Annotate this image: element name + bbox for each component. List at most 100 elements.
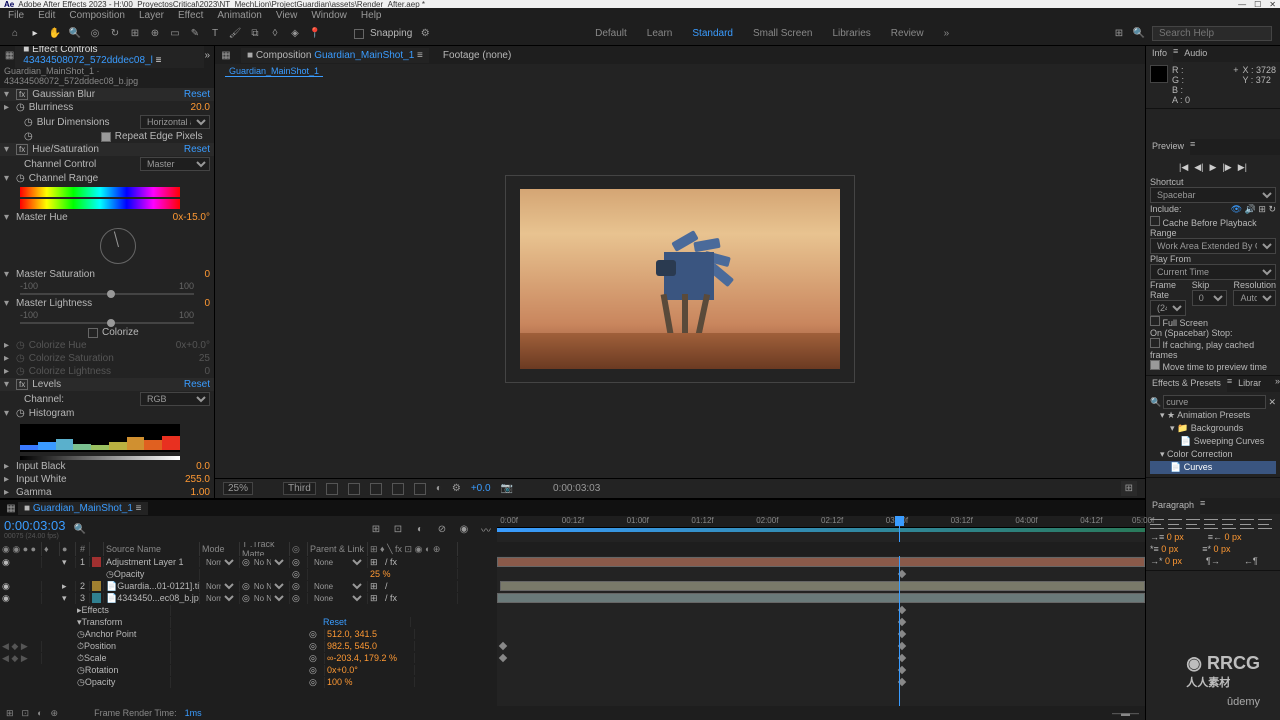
audio-tab[interactable]: Audio (1178, 46, 1213, 62)
timeline-tab[interactable]: ■ Guardian_MainShot_1 ≡ (18, 502, 148, 515)
composition-viewer[interactable] (215, 79, 1145, 478)
justify-center-icon[interactable] (1222, 519, 1236, 529)
next-frame-button[interactable]: |▶ (1222, 162, 1231, 173)
twirl-icon[interactable]: ▾ (4, 269, 12, 280)
puppet-tool-icon[interactable]: 📍 (308, 27, 322, 41)
roto-tool-icon[interactable]: ◈ (288, 27, 302, 41)
range-select[interactable]: Work Area Extended By Current... (1150, 238, 1276, 254)
sat-slider[interactable] (20, 293, 194, 295)
playhead[interactable] (899, 516, 900, 542)
zoom-tool-icon[interactable]: 🔍 (68, 27, 82, 41)
viewer-time[interactable]: 0:00:03:03 (553, 483, 600, 494)
space-before[interactable]: 0 px (1161, 544, 1178, 554)
menu-edit[interactable]: Edit (38, 10, 55, 21)
frame-blend-icon[interactable]: ⊘ (435, 522, 449, 536)
workspace-smallscreen[interactable]: Small Screen (753, 28, 812, 39)
fx-badge[interactable]: fx (16, 144, 28, 155)
twirl-icon[interactable]: ▾ (4, 144, 12, 155)
toggle-mask-icon[interactable] (348, 483, 360, 495)
resolution-select[interactable]: Third (283, 482, 316, 495)
reset-button[interactable]: Reset (184, 89, 210, 100)
comp-breadcrumb[interactable]: Guardian_MainShot_1 (225, 66, 323, 77)
menu-animation[interactable]: Animation (217, 10, 261, 21)
panel-overflow-icon[interactable]: » (204, 50, 210, 61)
snapping-checkbox[interactable] (354, 29, 364, 39)
work-area-bar[interactable] (497, 528, 1145, 532)
text-dir-ltr-icon[interactable]: ¶→ (1206, 556, 1220, 566)
include-video-icon[interactable]: 👁 (1231, 204, 1242, 214)
camera-icon[interactable]: 📷 (501, 483, 513, 494)
twirl-icon[interactable]: ▾ (4, 298, 12, 309)
brush-tool-icon[interactable]: 🖌 (228, 27, 242, 41)
timeline-tracks[interactable] (497, 556, 1145, 706)
footage-tab[interactable]: Footage (none) (437, 48, 517, 63)
gamma-value[interactable]: 1.00 (191, 487, 210, 498)
grid-overlay-icon[interactable] (392, 483, 404, 495)
stopwatch-icon[interactable]: ◷ (24, 117, 33, 128)
paragraph-tab[interactable]: Paragraph (1146, 498, 1200, 514)
close-button[interactable]: ✕ (1269, 0, 1276, 9)
overflow-icon[interactable]: » (1275, 376, 1280, 392)
property-row[interactable]: ▾ Transform Reset (0, 616, 497, 628)
stopwatch-icon[interactable]: ◷ (16, 102, 25, 113)
hue-strip-bot[interactable] (20, 199, 180, 209)
first-line-indent[interactable]: 0 px (1165, 556, 1182, 566)
layer-row[interactable]: ◉ ▾ 1 Adjustment Layer 1 Norr ◎ No N ◎ N… (0, 556, 497, 568)
time-ruler[interactable]: 0:00f 00:12f 01:00f 01:12f 02:00f 02:12f… (497, 516, 1145, 528)
property-row[interactable]: ◷ Rotation ◎ 0x+0.0° (0, 664, 497, 676)
gear-icon[interactable]: ⚙ (452, 483, 461, 494)
hue-strip-top[interactable] (20, 187, 180, 197)
reset-button[interactable]: Reset (184, 144, 210, 155)
workspace-standard[interactable]: Standard (692, 28, 733, 39)
justify-all-icon[interactable] (1258, 519, 1272, 529)
indent-left[interactable]: 0 px (1167, 532, 1184, 542)
project-panel-icon[interactable]: ▦ (4, 48, 15, 62)
rect-tool-icon[interactable]: ▭ (168, 27, 182, 41)
master-sat-value[interactable]: 0 (204, 269, 210, 280)
fx-badge[interactable]: fx (16, 89, 28, 100)
property-row[interactable]: ◷ Anchor Point ◎ 512.0, 341.5 (0, 628, 497, 640)
align-right-icon[interactable] (1186, 519, 1200, 529)
channel-select[interactable]: RGB (140, 392, 210, 406)
tree-backgrounds[interactable]: ▾ 📁 Backgrounds (1150, 422, 1276, 435)
tree-curves[interactable]: 📄 Curves (1150, 461, 1276, 474)
include-audio-icon[interactable]: 🔊 (1245, 204, 1256, 214)
input-black-value[interactable]: 0.0 (196, 461, 210, 472)
property-row[interactable]: ◀ ◆ ▶ ⏱ Position ◎ 982.5, 545.0 (0, 640, 497, 652)
comp-flowchart-icon[interactable]: ⊞ (369, 522, 383, 536)
effects-search-input[interactable] (1163, 395, 1266, 409)
twirl-icon[interactable]: ▸ (4, 102, 12, 113)
toggle-switches-icon[interactable]: ⊞ (6, 708, 14, 719)
twirl-icon[interactable]: ▸ (4, 487, 12, 498)
menu-help[interactable]: Help (361, 10, 382, 21)
motion-blur-icon[interactable]: ◉ (457, 522, 471, 536)
space-after[interactable]: 0 px (1214, 544, 1231, 554)
prev-frame-button[interactable]: ◀| (1194, 162, 1203, 173)
property-row[interactable]: ◀ ◆ ▶ ⏱ Scale ◎ ∞ -203.4, 179.2 % (0, 652, 497, 664)
property-row[interactable]: ◷ Opacity ◎ 100 % (0, 676, 497, 688)
grid-icon[interactable]: ⊞ (1112, 27, 1126, 41)
shortcut-select[interactable]: Spacebar (1150, 187, 1276, 203)
twirl-icon[interactable]: ▾ (4, 379, 12, 390)
toggle-modes-icon[interactable]: ⊡ (22, 708, 30, 719)
blur-dimensions-select[interactable]: Horizontal and Vert (140, 115, 210, 129)
tree-color-correction[interactable]: ▾ Color Correction (1150, 448, 1276, 461)
maximize-button[interactable]: ☐ (1254, 0, 1261, 9)
twirl-icon[interactable]: ▸ (4, 461, 12, 472)
tree-anim-presets[interactable]: ▾ ★ Animation Presets (1150, 409, 1276, 422)
if-caching-checkbox[interactable] (1150, 338, 1160, 348)
menu-file[interactable]: File (8, 10, 24, 21)
draft3d-icon[interactable]: ⊡ (391, 522, 405, 536)
toggle-3d-icon[interactable]: ⊕ (51, 708, 59, 719)
colorize-checkbox[interactable] (88, 328, 98, 338)
fx-badge[interactable]: fx (16, 379, 28, 390)
dock-icon[interactable]: ▦ (219, 48, 233, 62)
selection-tool-icon[interactable]: ▸ (28, 27, 42, 41)
shy-icon[interactable]: ◐ (413, 522, 427, 536)
menu-view[interactable]: View (276, 10, 298, 21)
include-overlay-icon[interactable]: ⊞ (1258, 204, 1266, 214)
stopwatch-icon[interactable]: ◷ (24, 131, 33, 142)
stopwatch-icon[interactable]: ◷ (16, 408, 25, 419)
channel-control-select[interactable]: Master (140, 157, 210, 171)
justify-left-icon[interactable] (1204, 519, 1218, 529)
